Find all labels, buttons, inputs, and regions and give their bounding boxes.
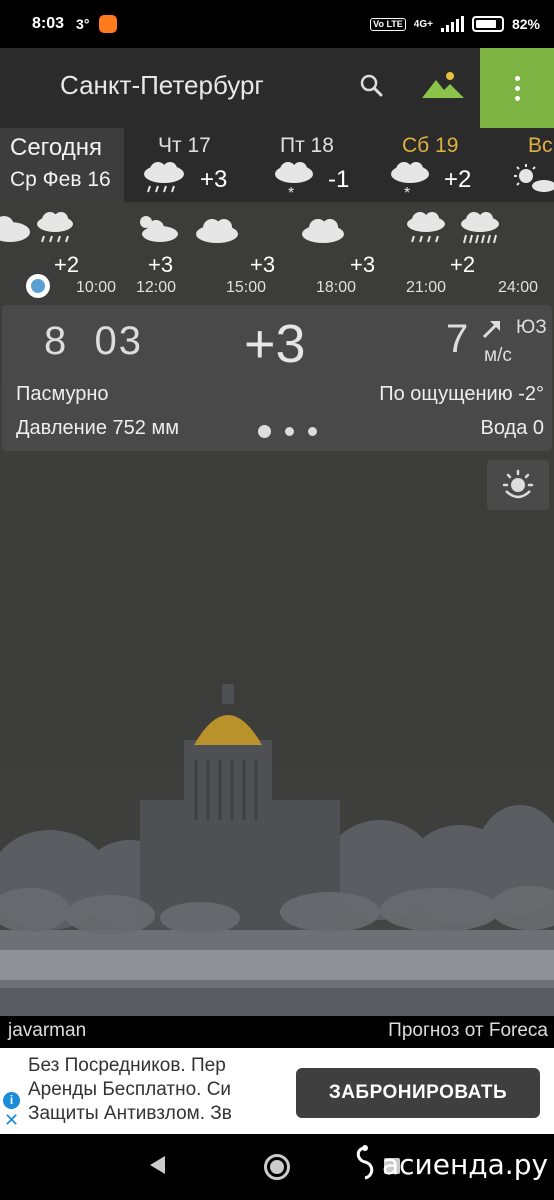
day-temp: +2 <box>444 166 472 193</box>
menu-dot-icon <box>514 85 520 91</box>
heavy-rain-cloud-icon <box>461 212 499 244</box>
wind-direction: ЮЗ <box>516 317 547 338</box>
day-temp: +3 <box>200 166 228 193</box>
status-bar: 8:03 3° Vo LTE 4G+ 82% <box>0 0 554 48</box>
page-dot <box>308 427 317 436</box>
landscape-icon <box>422 72 464 98</box>
wind-unit: м/с <box>484 345 512 366</box>
current-temp: +3 <box>244 314 306 374</box>
current-weather-card[interactable]: 8 03 +3 7 м/с ЮЗ Пасмурно По ощущению -2… <box>2 305 552 451</box>
hour-temp: +3 <box>350 252 376 277</box>
svg-text:*: * <box>404 185 410 200</box>
menu-dot-icon <box>514 95 520 101</box>
rain-cloud-icon <box>144 162 184 193</box>
ad-banner[interactable]: i ✕ Без Посредников. Пер Аренды Бесплатн… <box>0 1048 554 1134</box>
menu-dot-icon <box>514 75 520 81</box>
hour-time: 10:00 <box>76 279 117 296</box>
hour-time: 15:00 <box>226 279 267 296</box>
today-date: Ср Фев 16 <box>10 168 111 191</box>
hourly-forecast[interactable]: +2 +3 +3 +3 +2 10:00 12:00 15:00 18:00 2… <box>0 202 554 298</box>
daily-forecast-strip: Сегодня Ср Фев 16 Чт 17 +3 Пт 18 * -1 Сб… <box>0 128 554 202</box>
condition-text: Пасмурно <box>16 383 109 405</box>
city-title[interactable]: Санкт-Петербург <box>60 70 264 101</box>
page-dot <box>258 425 271 438</box>
system-nav-bar: асиенда.ру <box>0 1134 554 1200</box>
hour-temp: +2 <box>450 252 476 277</box>
background-image-button[interactable] <box>420 68 468 104</box>
cloud-icon <box>302 219 344 243</box>
watermark-logo-icon <box>356 1145 374 1180</box>
hour-temp: +3 <box>250 252 276 277</box>
ad-line: Аренды Бесплатно. Си <box>28 1079 232 1100</box>
status-temp: 3° <box>76 16 90 32</box>
day-label: Сб 19 <box>402 134 459 157</box>
ad-book-button[interactable]: ЗАБРОНИРОВАТЬ <box>296 1068 540 1118</box>
sun-cloud-icon <box>140 216 178 242</box>
watermark-text: асиенда.ру <box>382 1147 549 1181</box>
wind-speed: 7 <box>446 317 469 361</box>
network-type: 4G+ <box>413 18 433 30</box>
day-tab-today[interactable]: Сегодня Ср Фев 16 <box>0 128 124 202</box>
search-icon <box>360 74 383 97</box>
rain-cloud-icon <box>37 212 73 243</box>
hour-temp: +2 <box>54 252 80 277</box>
sun-moon-icon <box>502 469 534 499</box>
hour-temp: +3 <box>148 252 174 277</box>
cloud-icon <box>0 216 30 242</box>
hour-time: 18:00 <box>316 279 357 296</box>
photo-credit-bar: javarman Прогноз от Foreca <box>0 1016 554 1048</box>
feels-like: По ощущению -2° <box>379 383 544 405</box>
ad-text: Без Посредников. Пер Аренды Бесплатно. С… <box>28 1054 274 1130</box>
hour-time: 21:00 <box>406 279 447 296</box>
rain-cloud-icon <box>407 212 445 243</box>
ad-close-icon[interactable]: ✕ <box>4 1110 19 1131</box>
current-time: 8 03 <box>44 319 143 363</box>
page-dot <box>285 427 294 436</box>
ad-info-icon[interactable]: i <box>3 1092 20 1109</box>
forecast-credit[interactable]: Прогноз от Foreca <box>388 1020 548 1042</box>
hour-time: 12:00 <box>136 279 177 296</box>
day-label: Пт 18 <box>280 134 334 157</box>
cloud-icon <box>196 219 238 243</box>
home-icon[interactable] <box>264 1154 290 1180</box>
status-time: 8:03 <box>32 15 65 32</box>
snow-cloud-icon: * <box>391 162 429 200</box>
signal-icon <box>440 16 464 32</box>
day-label: Вс <box>528 134 553 157</box>
day-temp: -1 <box>328 166 350 193</box>
search-button[interactable] <box>356 70 388 102</box>
snow-cloud-icon: * <box>275 162 313 200</box>
ad-line: Без Посредников. Пер <box>28 1055 226 1076</box>
day-label: Чт 17 <box>158 134 211 157</box>
today-label: Сегодня <box>10 134 102 161</box>
water-temp: Вода 0 <box>480 417 545 439</box>
battery-icon <box>471 16 504 32</box>
sun-moon-button[interactable] <box>487 460 549 510</box>
wind-direction-arrow-icon <box>482 321 500 339</box>
overflow-menu-button[interactable] <box>480 48 554 128</box>
card-page-indicator[interactable] <box>258 425 317 438</box>
pressure: Давление 752 мм <box>16 417 179 439</box>
notification-app-icon <box>99 15 118 33</box>
current-time-marker <box>26 274 50 298</box>
hour-time: 24:00 <box>498 279 539 296</box>
app-bar: Санкт-Петербург <box>0 48 554 128</box>
back-icon[interactable] <box>150 1156 165 1174</box>
city-landscape-image <box>0 684 554 1016</box>
photo-author[interactable]: javarman <box>8 1020 86 1042</box>
ad-line: Защиты Антивзлом. Зв <box>28 1103 232 1124</box>
volte-icon: Vo LTE <box>370 17 406 31</box>
svg-text:*: * <box>288 185 294 200</box>
watermark: асиенда.ру <box>352 1144 548 1184</box>
battery-percent: 82% <box>511 16 540 32</box>
sun-cloud-icon <box>514 164 554 192</box>
